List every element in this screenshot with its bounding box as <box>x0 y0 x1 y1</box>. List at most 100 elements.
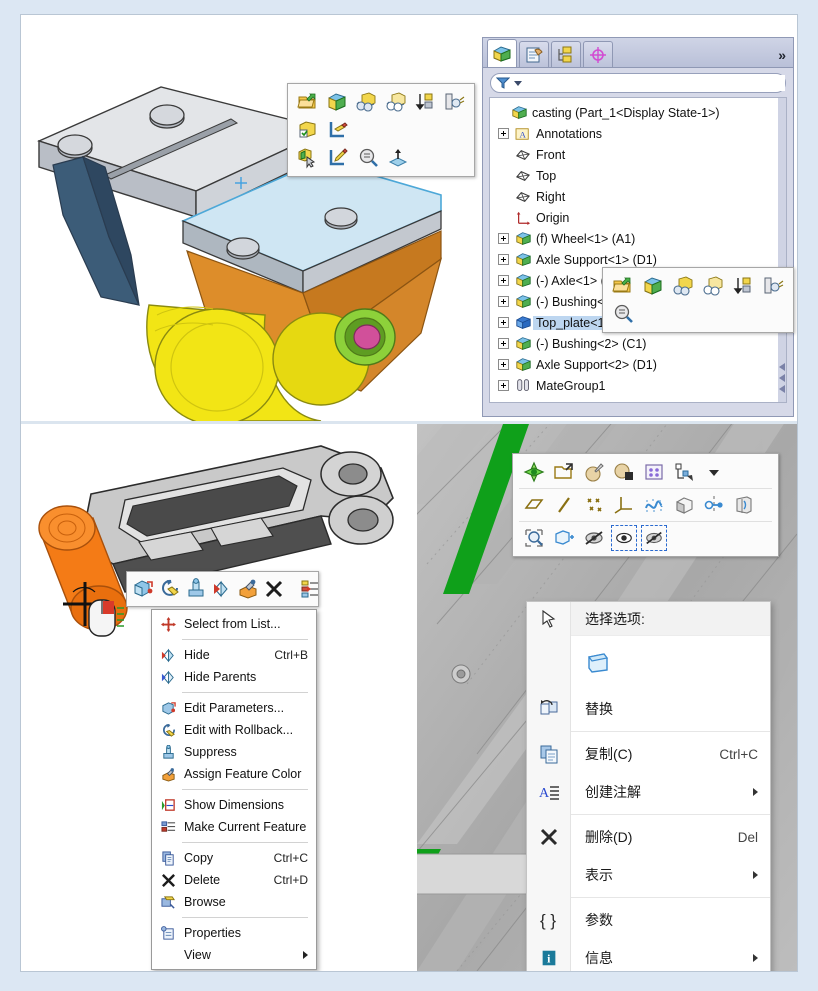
tree-row[interactable]: (f) Wheel<1> (A1) <box>494 228 786 249</box>
viewport-bottom-left[interactable]: Select from List... Hide Ctrl+B Hide Parent… <box>21 424 417 971</box>
solid-body-icon[interactable] <box>671 492 697 518</box>
viewport-top-left[interactable]: » casting (Part_1<Display State-1>) A An… <box>21 15 797 421</box>
tree-row[interactable]: Front <box>494 144 786 165</box>
annotation-view-icon[interactable] <box>671 459 697 485</box>
hide-all-types-icon[interactable] <box>551 525 577 551</box>
menu-item[interactable]: Properties <box>152 922 316 944</box>
feature-context-menu[interactable]: Select from List... Hide Ctrl+B Hide Parent… <box>151 609 317 970</box>
show-components-icon[interactable] <box>700 273 726 299</box>
tree-row[interactable]: Top <box>494 165 786 186</box>
show-icon[interactable] <box>611 525 637 551</box>
menu-item[interactable]: View <box>152 944 316 966</box>
zoom-to-selection-icon[interactable] <box>610 301 636 327</box>
hide-show-icon[interactable] <box>211 576 233 602</box>
grid-icon[interactable] <box>641 459 667 485</box>
tree-expander[interactable] <box>498 317 509 328</box>
menu-item[interactable]: { } 参数 <box>540 901 770 939</box>
zoom-area-icon[interactable] <box>521 525 547 551</box>
temporary-axis-icon[interactable] <box>701 492 727 518</box>
tree-expander[interactable] <box>498 233 509 244</box>
hide-components-icon[interactable] <box>670 273 696 299</box>
hide-icon[interactable] <box>581 525 607 551</box>
edit-part-icon[interactable] <box>324 89 349 115</box>
open-part-icon[interactable] <box>610 273 636 299</box>
menu-item[interactable]: A 创建注解 <box>539 773 770 811</box>
menu-item[interactable]: Browse <box>152 891 316 913</box>
menu-item[interactable]: Suppress <box>152 741 316 763</box>
tree-row[interactable]: (-) Bushing<2> (C1) <box>494 333 786 354</box>
feature-manager-panel[interactable]: » casting (Part_1<Display State-1>) A An… <box>482 37 794 417</box>
dropdown-arrow-icon[interactable] <box>701 459 727 485</box>
section-view-icon[interactable] <box>731 492 757 518</box>
tree-expander[interactable] <box>498 275 509 286</box>
hide-show-toggle-icon[interactable] <box>641 525 667 551</box>
tree-expander[interactable] <box>498 380 509 391</box>
menu-item[interactable]: Select from List... <box>152 613 316 635</box>
tree-row-root[interactable]: casting (Part_1<Display State-1>) <box>494 102 786 123</box>
assign-color-icon[interactable] <box>237 576 259 602</box>
tabs-overflow-button[interactable]: » <box>778 47 786 63</box>
edit-sketch-in-context-icon[interactable] <box>325 117 351 143</box>
menu-item[interactable]: i 信息 <box>542 939 770 971</box>
menu-item[interactable]: Edit Parameters... <box>152 697 316 719</box>
tree-row[interactable]: Right <box>494 186 786 207</box>
feature-manager-tabs[interactable]: » <box>483 38 793 68</box>
edit-with-rollback-icon[interactable] <box>159 576 181 602</box>
edit-feature-icon[interactable] <box>133 576 155 602</box>
selection-options-menu[interactable]: 选择选项: 替换 复制(C) Ctrl+C A 创建注解 删除(D) Del 表示 { } 参数 i… <box>526 601 771 971</box>
tree-row[interactable]: Origin <box>494 207 786 228</box>
feature-tree-body[interactable]: casting (Part_1<Display State-1>) A Annot… <box>489 97 787 403</box>
open-folder-icon[interactable] <box>551 459 577 485</box>
menu-item[interactable]: Edit with Rollback... <box>152 719 316 741</box>
tree-expander[interactable] <box>498 128 509 139</box>
change-suppression-icon[interactable] <box>412 89 437 115</box>
change-suppression-icon[interactable] <box>730 273 756 299</box>
component-properties-icon[interactable] <box>442 89 467 115</box>
open-part-icon[interactable] <box>295 89 320 115</box>
tree-row[interactable]: Axle Support<2> (D1) <box>494 354 786 375</box>
menu-item[interactable]: Hide Parents <box>152 666 316 688</box>
feature-context-toolbar[interactable] <box>126 571 319 607</box>
menu-item[interactable]: Show Dimensions <box>152 794 316 816</box>
axis-visible-icon[interactable] <box>551 492 577 518</box>
tab-property-manager[interactable] <box>519 41 549 67</box>
feature-tree-overflow-arrows[interactable] <box>779 363 785 396</box>
tree-context-toolbar[interactable] <box>602 267 794 333</box>
menu-item[interactable]: 表示 <box>571 856 770 894</box>
tree-expander[interactable] <box>498 254 509 265</box>
feature-tree-scrollbar[interactable] <box>778 98 786 402</box>
chevron-down-icon[interactable] <box>513 78 523 88</box>
appearance-icon[interactable] <box>581 459 607 485</box>
menu-item[interactable]: Make Current Feature <box>152 816 316 838</box>
normal-to-icon[interactable] <box>385 145 411 171</box>
suppress-icon[interactable] <box>185 576 207 602</box>
tab-configuration-manager[interactable] <box>551 41 581 67</box>
component-properties-icon[interactable] <box>760 273 786 299</box>
tree-row[interactable]: A Annotations <box>494 123 786 144</box>
menu-item[interactable]: Assign Feature Color <box>152 763 316 785</box>
face-selection-row[interactable] <box>571 636 770 690</box>
menu-item[interactable]: 删除(D) Del <box>540 818 770 856</box>
zoom-to-selection-icon[interactable] <box>355 145 381 171</box>
coordinate-system-icon[interactable] <box>611 492 637 518</box>
tree-expander[interactable] <box>498 359 509 370</box>
menu-item[interactable]: Hide Ctrl+B <box>152 644 316 666</box>
tree-row[interactable]: MateGroup1 <box>494 375 786 396</box>
tab-dimxpert-manager[interactable] <box>583 41 613 67</box>
tab-feature-manager[interactable] <box>487 39 517 67</box>
edit-feature-icon[interactable] <box>325 145 351 171</box>
menu-item[interactable]: Delete Ctrl+D <box>152 869 316 891</box>
menu-item[interactable]: 替换 <box>540 690 770 728</box>
point-visible-icon[interactable] <box>581 492 607 518</box>
tree-expander[interactable] <box>498 338 509 349</box>
menu-item[interactable]: 复制(C) Ctrl+C <box>540 735 770 773</box>
origin-visible-icon[interactable] <box>521 459 547 485</box>
view-context-toolbar[interactable] <box>512 453 779 557</box>
menu-item[interactable]: Copy Ctrl+C <box>152 847 316 869</box>
isolate-icon[interactable] <box>295 117 321 143</box>
hide-components-icon[interactable] <box>354 89 379 115</box>
tree-expander[interactable] <box>498 296 509 307</box>
show-components-icon[interactable] <box>383 89 408 115</box>
select-other-icon[interactable] <box>295 145 321 171</box>
plane-visible-icon[interactable] <box>521 492 547 518</box>
